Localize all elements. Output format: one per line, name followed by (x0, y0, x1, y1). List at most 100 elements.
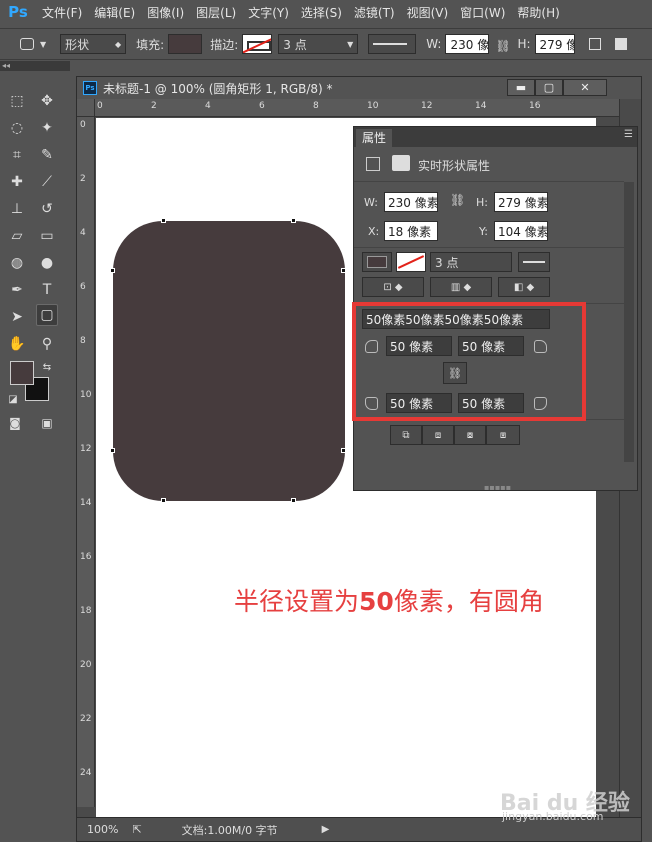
eraser-tool-icon[interactable]: ▱ (6, 225, 28, 247)
history-brush-tool-icon[interactable]: ↺ (36, 198, 58, 220)
anchor-handle[interactable] (291, 498, 296, 503)
hand-tool-icon[interactable]: ✋ (6, 333, 28, 355)
anchor-handle[interactable] (161, 218, 166, 223)
anchor-handle[interactable] (110, 268, 115, 273)
minimize-button[interactable]: ▬ (507, 79, 535, 96)
healing-brush-tool-icon[interactable]: ✚ (6, 171, 28, 193)
type-tool-icon[interactable]: T (36, 279, 58, 301)
intersect-shape-button[interactable]: ⧇ (454, 425, 486, 445)
props-height-input[interactable]: 279 像素 (494, 192, 548, 212)
stroke-align-select[interactable]: ⊡ ◆ (362, 277, 424, 297)
props-width-input[interactable]: 230 像素 (384, 192, 438, 212)
anchor-handle[interactable] (291, 218, 296, 223)
fill-swatch[interactable] (168, 34, 203, 54)
props-fill-swatch[interactable] (362, 252, 392, 272)
properties-tab[interactable]: 属性 (356, 129, 393, 147)
properties-scrollbar[interactable] (624, 182, 634, 462)
dodge-tool-icon[interactable]: ● (36, 252, 58, 274)
ruler-label: 8 (313, 101, 319, 111)
gradient-tool-icon[interactable]: ▭ (36, 225, 58, 247)
radius-highlight-box (352, 302, 586, 421)
anchor-handle[interactable] (110, 448, 115, 453)
status-menu-arrow-icon[interactable]: ▶ (322, 824, 330, 835)
tool-mode-value: 形状 (65, 37, 90, 52)
subtract-shape-button[interactable]: ⧈ (422, 425, 454, 445)
swap-colors-icon[interactable]: ⇆ (36, 356, 58, 378)
path-alignment-icon[interactable] (614, 38, 627, 50)
link-dimensions-icon[interactable]: ⛓ (450, 193, 465, 207)
maximize-button[interactable]: ▢ (535, 79, 563, 96)
path-selection-tool-icon[interactable]: ➤ (6, 306, 28, 328)
rounded-rectangle-shape[interactable] (113, 221, 345, 501)
props-stroke-size-value: 3 点 (435, 255, 459, 270)
annotation-part: 像素，有圆角 (393, 587, 544, 616)
mask-properties-icon[interactable] (392, 155, 410, 171)
crop-tool-icon[interactable]: ⌗ (6, 144, 28, 166)
zoom-tool-icon[interactable]: ⚲ (36, 333, 58, 355)
move-tool-icon[interactable]: ✥ (36, 90, 58, 112)
chevron-down-icon[interactable]: ▼ (40, 40, 46, 49)
horizontal-ruler[interactable]: 0 2 4 6 8 10 12 14 16 (95, 99, 619, 117)
stroke-caps-select[interactable]: ▥ ◆ (430, 277, 492, 297)
line-style-icon (373, 43, 408, 45)
menu-help[interactable]: 帮助(H) (511, 4, 565, 21)
lasso-tool-icon[interactable]: ◌ (6, 117, 28, 139)
path-operations-icon[interactable] (588, 38, 601, 50)
menu-filter[interactable]: 滤镜(T) (348, 4, 401, 21)
screen-mode-icon[interactable]: ▣ (36, 412, 58, 434)
pen-tool-icon[interactable]: ✒ (6, 279, 28, 301)
rounded-rectangle-tool-icon[interactable]: ▢ (36, 304, 58, 326)
magic-wand-tool-icon[interactable]: ✦ (36, 117, 58, 139)
exclude-shape-button[interactable]: ⧆ (486, 425, 520, 445)
rounded-rect-preset-icon[interactable] (20, 38, 34, 50)
clone-stamp-tool-icon[interactable]: ⊥ (6, 198, 28, 220)
close-button[interactable]: ✕ (563, 79, 607, 96)
foreground-color-swatch[interactable] (10, 361, 34, 385)
brush-tool-icon[interactable]: ⟋ (36, 171, 58, 193)
ruler-label: 10 (80, 390, 92, 400)
anchor-handle[interactable] (341, 448, 346, 453)
ruler-label: 16 (529, 101, 541, 111)
ruler-origin[interactable] (77, 99, 95, 117)
menu-layer[interactable]: 图层(L) (190, 4, 242, 21)
share-icon[interactable]: ⇱ (132, 823, 141, 836)
shape-properties-icon[interactable] (366, 157, 380, 171)
panel-resize-grip[interactable]: ▪▪▪▪▪ (484, 483, 511, 492)
tool-mode-select[interactable]: 形状 ◆ (60, 34, 127, 54)
quick-mask-icon[interactable]: ◙ (4, 412, 26, 434)
toolbar-collapse-strip[interactable]: ◂◂ (0, 61, 70, 71)
menu-edit[interactable]: 编辑(E) (88, 4, 141, 21)
stroke-size-select[interactable]: 3 点 ▼ (278, 34, 359, 54)
blur-tool-icon[interactable]: ◍ (6, 252, 28, 274)
menu-image[interactable]: 图像(I) (141, 4, 190, 21)
props-x-input[interactable]: 18 像素 (384, 221, 438, 241)
menu-view[interactable]: 视图(V) (401, 4, 455, 21)
props-stroke-style-select[interactable] (518, 252, 550, 272)
link-icon[interactable]: ⛓ (495, 39, 511, 53)
menu-window[interactable]: 窗口(W) (454, 4, 511, 21)
zoom-level[interactable]: 100% (87, 823, 118, 836)
vertical-ruler[interactable]: 0 2 4 6 8 10 12 14 16 18 20 22 24 (77, 117, 95, 807)
anchor-handle[interactable] (161, 498, 166, 503)
stroke-swatch[interactable] (242, 34, 273, 54)
height-input[interactable]: 279 像素 (534, 34, 575, 54)
width-input[interactable]: 230 像素 (445, 34, 490, 54)
ruler-label: 4 (80, 228, 86, 238)
stroke-corners-select[interactable]: ◧ ◆ (498, 277, 550, 297)
menu-file[interactable]: 文件(F) (36, 4, 88, 21)
anchor-handle[interactable] (341, 268, 346, 273)
eyedropper-tool-icon[interactable]: ✎ (36, 144, 58, 166)
props-y-input[interactable]: 104 像素 (494, 221, 548, 241)
combine-shapes-button[interactable]: ⧉ (390, 425, 422, 445)
menu-select[interactable]: 选择(S) (295, 4, 348, 21)
props-stroke-size-select[interactable]: 3 点 (430, 252, 512, 272)
menu-type[interactable]: 文字(Y) (242, 4, 295, 21)
panel-menu-icon[interactable]: ☰ (624, 129, 633, 140)
marquee-tool-icon[interactable]: ⬚ (6, 90, 28, 112)
ruler-label: 6 (259, 101, 265, 111)
default-colors-icon[interactable]: ◪ (2, 388, 24, 410)
props-stroke-swatch[interactable] (396, 252, 426, 272)
ruler-label: 16 (80, 552, 92, 562)
stroke-style-select[interactable] (368, 34, 417, 54)
annotation-bold: 50 (359, 587, 394, 616)
